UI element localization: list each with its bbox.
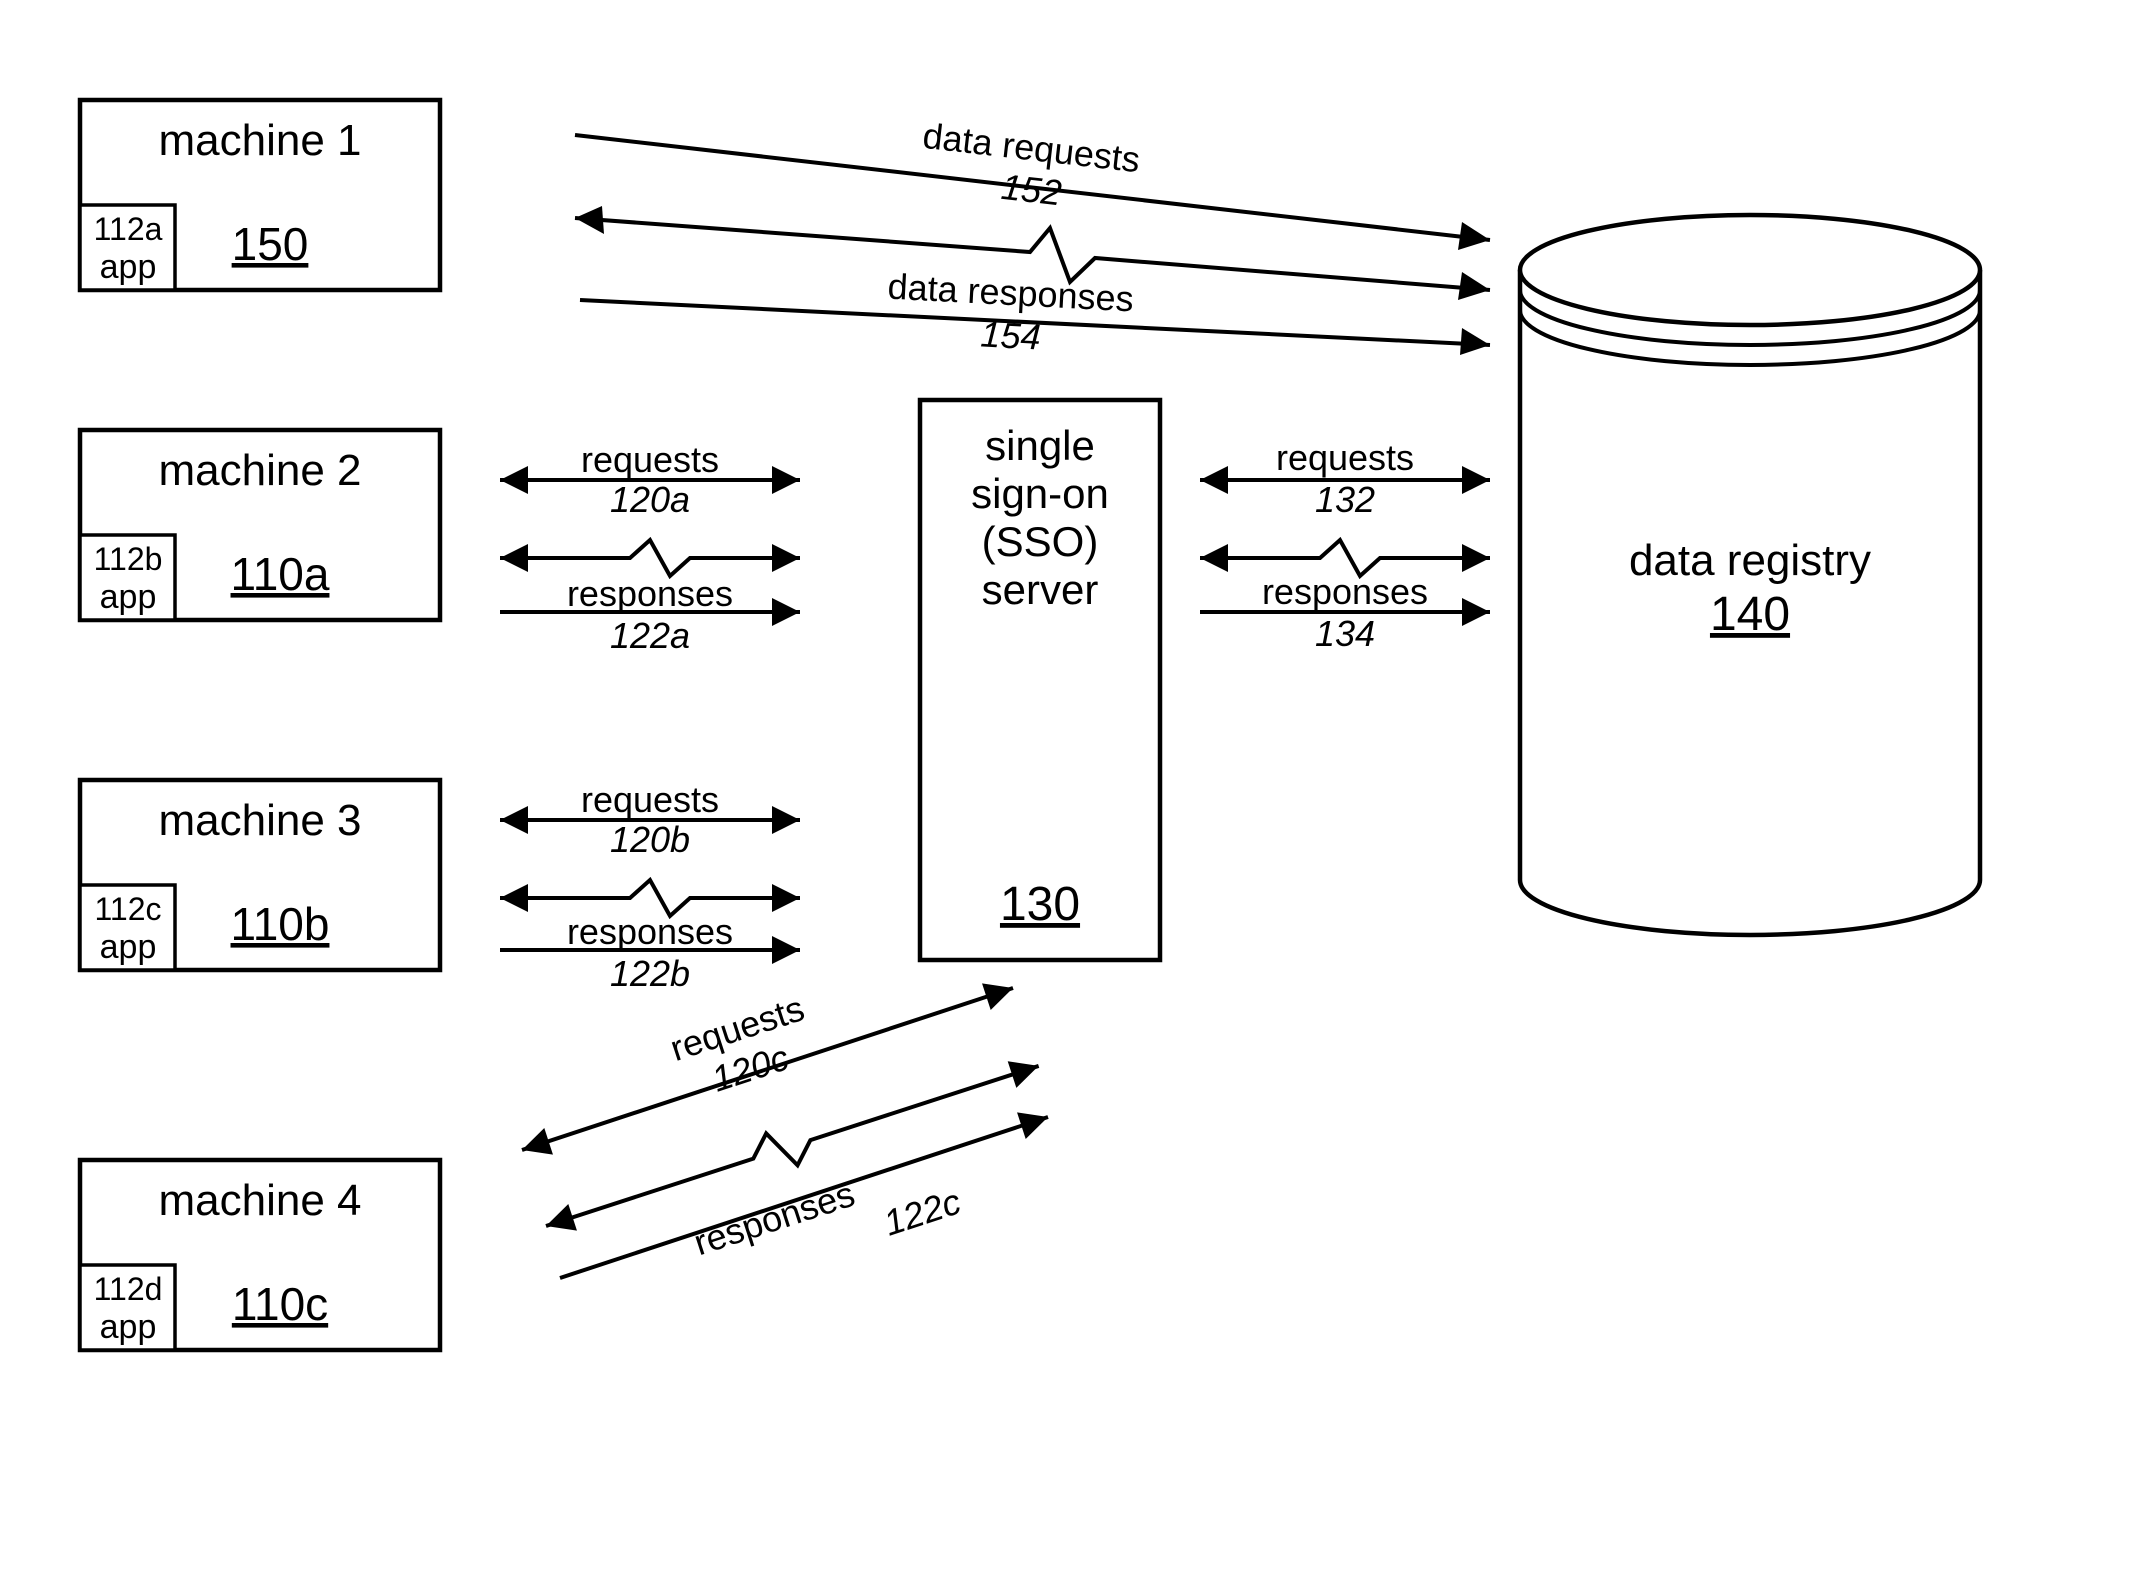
- flow-m3-resp-label: responses: [567, 911, 733, 952]
- flow-sr-req-ref: 132: [1315, 479, 1375, 520]
- machine-4-app-id: 112d: [94, 1271, 163, 1307]
- flow-sr-resp-label: responses: [1262, 571, 1428, 612]
- flow-m4-resp-ref: 122c: [879, 1181, 966, 1244]
- flow-m4: requests 120c responses 122c: [518, 975, 1053, 1278]
- machine-4-app-label: app: [100, 1308, 157, 1346]
- flow-sr-req-label: requests: [1276, 437, 1414, 478]
- flow-sso-registry: requests 132 responses 134: [1200, 437, 1490, 654]
- flow-data-requests-ref: 152: [999, 166, 1063, 214]
- flow-m2-resp-ref: 122a: [610, 615, 690, 656]
- flow-data-responses-ref: 154: [980, 313, 1042, 357]
- flow-m3-resp-ref: 122b: [610, 953, 690, 994]
- flow-m2-req-ref: 120a: [610, 479, 690, 520]
- sso-line3: (SSO): [982, 518, 1099, 565]
- machine-1-title: machine 1: [158, 116, 361, 165]
- machine-3: machine 3 112c app 110b: [80, 780, 440, 970]
- flow-data-responses-label: data responses: [887, 266, 1135, 320]
- flow-sr-resp-ref: 134: [1315, 613, 1375, 654]
- data-registry: data registry 140: [1520, 215, 1980, 935]
- machine-1-ref: 150: [232, 218, 309, 270]
- flow-m3: requests 120b responses 122b: [500, 779, 800, 994]
- machine-3-title: machine 3: [158, 796, 361, 845]
- sso-line2: sign-on: [971, 470, 1109, 517]
- registry-label: data registry: [1629, 536, 1871, 585]
- machine-3-app-label: app: [100, 928, 157, 966]
- flow-m2-req-label: requests: [581, 439, 719, 480]
- registry-ref: 140: [1710, 588, 1790, 641]
- machine-2: machine 2 112b app 110a: [80, 430, 440, 620]
- machine-2-app-label: app: [100, 578, 157, 616]
- machine-3-app-id: 112c: [94, 891, 161, 927]
- flow-m3-req-label: requests: [581, 779, 719, 820]
- flow-m4-resp-label: responses: [689, 1173, 860, 1263]
- sso-server: single sign-on (SSO) server 130: [920, 400, 1160, 960]
- machine-2-title: machine 2: [158, 446, 361, 495]
- flow-m3-req-ref: 120b: [610, 819, 690, 860]
- flow-m2-resp-label: responses: [567, 573, 733, 614]
- machine-2-ref: 110a: [231, 548, 330, 600]
- machine-4: machine 4 112d app 110c: [80, 1160, 440, 1350]
- machine-1: machine 1 112a app 150: [80, 100, 440, 290]
- machine-4-ref: 110c: [232, 1278, 328, 1330]
- machine-1-app-label: app: [100, 248, 157, 286]
- sso-ref: 130: [1000, 878, 1080, 931]
- diagram-canvas: machine 1 112a app 150 machine 2 112b ap…: [0, 0, 2131, 1582]
- machine-2-app-id: 112b: [94, 541, 163, 577]
- machine-3-ref: 110b: [231, 898, 330, 950]
- sso-line1: single: [985, 422, 1095, 469]
- flow-m2: requests 120a responses 122a: [500, 439, 800, 656]
- machine-1-app-id: 112a: [94, 211, 163, 247]
- sso-line4: server: [982, 566, 1099, 613]
- machine-4-title: machine 4: [158, 1176, 361, 1225]
